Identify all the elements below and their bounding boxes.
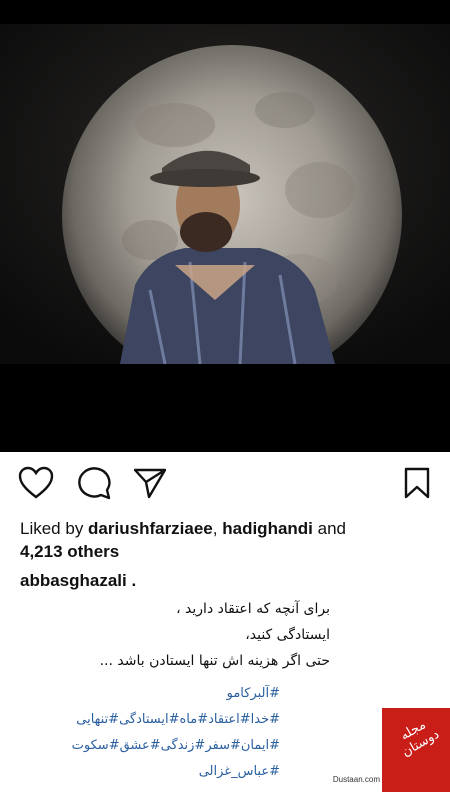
likes-prefix: Liked by: [20, 519, 89, 538]
moon-portrait-image: [0, 0, 450, 452]
liker-link[interactable]: hadighandi: [222, 519, 313, 538]
hashtag-line[interactable]: #ایمان#سفر#زندگی#عشق#سکوت: [20, 733, 280, 759]
likes-others-link[interactable]: 4,213 others: [20, 542, 119, 561]
heart-icon[interactable]: [18, 466, 54, 500]
likes-summary: Liked by dariushfarziaee, hadighandi and…: [20, 517, 420, 563]
hashtag-line[interactable]: #آلبرکامو: [20, 681, 280, 707]
post-photo[interactable]: [0, 0, 450, 452]
bookmark-icon[interactable]: [402, 466, 432, 500]
liker-link[interactable]: dariushfarziaee: [88, 519, 213, 538]
post-username[interactable]: abbasghazali .: [20, 571, 136, 591]
hashtag-line[interactable]: #عباس_غزالی: [20, 759, 280, 785]
caption-line: برای آنچه که اعتقاد دارید ،: [176, 601, 330, 617]
likes-separator: ,: [212, 519, 223, 538]
caption-line: حتی اگر هزینه اش تنها ایستادن باشد ...: [99, 653, 330, 669]
watermark-url: Dustaan.com: [332, 775, 380, 784]
send-icon[interactable]: [132, 466, 168, 500]
hashtag-line[interactable]: #خدا#اعتقاد#ماه#ایستادگی#تنهایی: [20, 707, 280, 733]
post-caption: برای آنچه که اعتقاد دارید ، ایستادگی کنی…: [0, 596, 330, 674]
caption-line: ایستادگی کنید،: [245, 627, 330, 643]
likes-and: and: [312, 519, 346, 538]
comment-icon[interactable]: [76, 466, 112, 500]
hashtag-list: #آلبرکامو #خدا#اعتقاد#ماه#ایستادگی#تنهای…: [20, 681, 280, 785]
action-bar: [0, 452, 450, 512]
